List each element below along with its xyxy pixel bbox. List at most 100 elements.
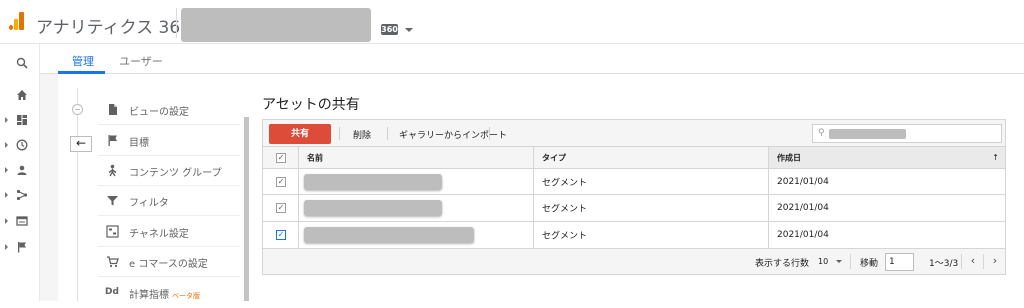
footer-divider: [961, 254, 962, 269]
created-date: 2021/01/04: [777, 176, 829, 187]
row-checkbox[interactable]: ✓: [276, 230, 286, 240]
flag-icon: [108, 135, 117, 146]
account-selector-redacted[interactable]: [181, 8, 371, 42]
admin-tabs: 管理 ユーザー: [40, 44, 1024, 74]
column-header-created[interactable]: 作成日 ↑: [769, 147, 1005, 168]
expand-arrow-icon: [5, 167, 8, 173]
rail-home[interactable]: [0, 85, 40, 107]
select-all-cell: ✓: [263, 147, 299, 168]
share-button[interactable]: 共有: [269, 124, 331, 144]
main-content: アセットの共有 共有 削除 ギャラリーからインポート ⚲ ✓ 名前 タイプ 作成: [250, 74, 1024, 301]
asset-name-redacted[interactable]: [304, 173, 442, 190]
nav-item-channel-settings[interactable]: チャネル設定: [98, 217, 240, 247]
back-button[interactable]: ←: [70, 136, 92, 152]
created-date: 2021/01/04: [777, 203, 829, 213]
nav-scrollbar[interactable]: [244, 117, 249, 301]
select-all-checkbox[interactable]: ✓: [276, 152, 286, 163]
view-settings-nav: ← ビューの設定 目標 コンテンツ グループ フィルタ チャネル設定 e コマー…: [58, 88, 248, 301]
title-divider: [176, 8, 177, 38]
expand-arrow-icon: [5, 142, 8, 148]
asset-type: セグメント: [542, 231, 588, 242]
row-checkbox[interactable]: ✓: [276, 203, 286, 213]
rail-conversions[interactable]: [0, 237, 40, 259]
asset-name-cell: [299, 222, 534, 248]
next-page-button[interactable]: ›: [989, 255, 1001, 269]
table-row[interactable]: ✓ セグメント 2021/01/04: [263, 169, 1005, 195]
nav-item-filters[interactable]: フィルタ: [98, 186, 240, 216]
search-query-redacted: [829, 129, 906, 139]
nav-item-label: 計算指標 ベータ版: [129, 290, 200, 301]
search-input[interactable]: ⚲: [812, 124, 1002, 143]
expand-arrow-icon: [5, 192, 8, 198]
nav-item-label: 目標: [129, 138, 149, 149]
nav-item-content-grouping[interactable]: コンテンツ グループ: [98, 156, 240, 186]
created-date: 2021/01/04: [777, 230, 829, 240]
expand-arrow-icon: [5, 117, 8, 123]
flag-icon: [18, 242, 26, 253]
rows-per-page-label: 表示する行数: [755, 259, 810, 269]
nav-item-goals[interactable]: 目標: [98, 126, 240, 156]
product-badge: 360: [381, 24, 398, 35]
asset-type: セグメント: [542, 178, 588, 188]
acquisition-icon: [16, 189, 28, 201]
nav-item-ecommerce-settings[interactable]: e コマースの設定: [98, 247, 240, 277]
toolbar-divider: [387, 127, 388, 140]
page-range: 1～3/3: [929, 259, 959, 269]
import-from-gallery-button[interactable]: ギャラリーからインポート: [399, 128, 507, 141]
toolbar-divider: [489, 127, 490, 140]
filter-icon: [107, 196, 118, 206]
tab-admin[interactable]: 管理: [72, 53, 94, 69]
content-group-icon: [108, 164, 117, 177]
goto-label: 移動: [860, 259, 879, 269]
rail-realtime[interactable]: [0, 135, 40, 157]
left-rail: [0, 44, 40, 301]
table-row[interactable]: ✓ セグメント 2021/01/04: [263, 222, 1005, 249]
top-bar: アナリティクス 360 360: [0, 0, 1024, 44]
expand-arrow-icon: [5, 244, 8, 250]
page-title: アセットの共有: [262, 97, 360, 113]
column-header-type[interactable]: タイプ: [534, 147, 769, 168]
behavior-icon: [16, 216, 28, 226]
tab-users[interactable]: ユーザー: [119, 53, 163, 69]
table-pagination: 表示する行数 10 移動 1 1～3/3 ‹ ›: [263, 249, 1005, 274]
asset-name-redacted[interactable]: [304, 227, 474, 243]
asset-name-redacted[interactable]: [304, 200, 442, 216]
rail-audience[interactable]: [0, 160, 40, 182]
nav-item-calculated-metrics[interactable]: Dd 計算指標 ベータ版: [98, 278, 240, 308]
left-gutter: [40, 74, 58, 301]
nav-item-label: フィルタ: [129, 198, 169, 209]
analytics-logo-icon[interactable]: [9, 12, 25, 30]
channel-icon: [106, 225, 119, 238]
asset-name-cell: [299, 169, 534, 194]
asset-name-cell: [299, 195, 534, 221]
delete-button[interactable]: 削除: [353, 128, 371, 141]
table-row[interactable]: ✓ セグメント 2021/01/04: [263, 195, 1005, 222]
column-header-name[interactable]: 名前: [299, 147, 534, 168]
rail-customization[interactable]: [0, 110, 40, 132]
table-toolbar: 共有 削除 ギャラリーからインポート ⚲: [263, 120, 1005, 147]
calc-metric-icon: Dd: [105, 287, 119, 297]
app-title: アナリティクス 360: [36, 18, 191, 38]
toolbar-divider: [339, 127, 340, 140]
footer-divider: [850, 254, 851, 269]
search-icon: ⚲: [818, 128, 825, 138]
previous-page-button[interactable]: ‹: [967, 255, 979, 269]
nav-item-label: コンテンツ グループ: [129, 168, 222, 179]
sort-ascending-icon: ↑: [992, 153, 999, 162]
goto-page-input[interactable]: 1: [885, 253, 914, 271]
chevron-down-icon: [836, 260, 842, 263]
rows-per-page-select[interactable]: 10: [816, 253, 844, 270]
row-checkbox[interactable]: ✓: [276, 176, 286, 187]
table-header-row: ✓ 名前 タイプ 作成日 ↑: [263, 147, 1005, 169]
person-icon: [17, 165, 27, 175]
rail-acquisition[interactable]: [0, 185, 40, 207]
search-icon: [16, 57, 28, 69]
rail-search[interactable]: [0, 53, 40, 75]
beta-badge: ベータ版: [172, 292, 200, 300]
rail-behavior[interactable]: [0, 211, 40, 233]
account-dropdown-caret-icon[interactable]: [405, 28, 413, 32]
home-icon: [17, 90, 27, 100]
cart-icon: [107, 256, 119, 268]
collapse-circle-icon[interactable]: [72, 104, 83, 115]
nav-item-view-settings[interactable]: ビューの設定: [98, 95, 240, 125]
